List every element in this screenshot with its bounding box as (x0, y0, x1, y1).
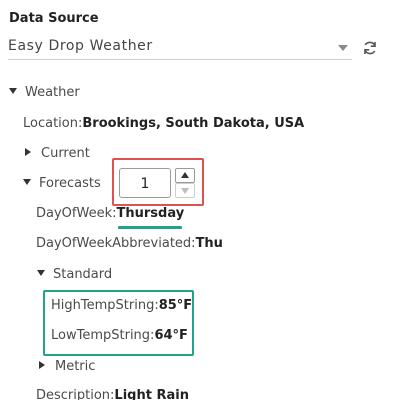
tree-leaf-location: Location:Brookings, South Dakota, USA (23, 116, 304, 131)
increment-arrow-icon[interactable] (175, 168, 195, 183)
tree-leaf-day-of-week-abbreviated: DayOfWeekAbbreviated:Thu (36, 236, 223, 251)
field-key: HighTempString: (51, 298, 159, 313)
field-value: Thu (195, 236, 223, 251)
tree-node-metric[interactable]: Metric (39, 359, 95, 374)
field-value: Light Rain (114, 388, 189, 400)
caret-right-icon[interactable] (39, 360, 45, 369)
tree-node-weather[interactable]: Weather (9, 85, 80, 100)
tree-node-label: Weather (25, 85, 80, 100)
tree-node-label: Forecasts (39, 176, 101, 191)
tree-node-label: Current (41, 146, 90, 161)
field-key: LowTempString: (51, 328, 155, 343)
decrement-arrow-icon[interactable] (175, 183, 195, 198)
field-key: DayOfWeekAbbreviated: (36, 236, 196, 251)
caret-down-icon[interactable] (9, 87, 17, 94)
caret-down-icon[interactable] (23, 178, 31, 185)
dropdown-arrow-icon[interactable] (338, 45, 348, 51)
caret-right-icon[interactable] (25, 147, 31, 156)
data-source-select[interactable]: Easy Drop Weather (8, 36, 352, 60)
day-of-week-highlight (118, 226, 182, 229)
field-key: DayOfWeek: (36, 206, 117, 221)
field-key: Location: (23, 116, 83, 131)
tree-leaf-low-temp: LowTempString:64°F (51, 328, 188, 343)
field-value: Thursday (116, 206, 185, 221)
tree-leaf-day-of-week: DayOfWeek:Thursday (36, 206, 184, 221)
field-value: 64°F (154, 328, 188, 343)
data-source-value: Easy Drop Weather (8, 38, 153, 54)
tree-node-label: Standard (53, 267, 113, 282)
forecast-index-input[interactable]: 1 (119, 168, 171, 198)
field-value: Brookings, South Dakota, USA (82, 116, 305, 131)
caret-down-icon[interactable] (37, 269, 45, 276)
panel-title: Data Source (9, 11, 99, 26)
tree-leaf-high-temp: HighTempString:85°F (51, 298, 192, 313)
tree-node-standard[interactable]: Standard (37, 267, 112, 282)
field-value: 85°F (158, 298, 193, 313)
tree-node-current[interactable]: Current (25, 146, 90, 161)
tree-node-forecasts[interactable]: Forecasts (23, 176, 101, 191)
refresh-icon[interactable] (362, 40, 378, 56)
tree-node-label: Metric (55, 359, 96, 374)
field-key: Description: (36, 388, 115, 400)
tree-leaf-description: Description:Light Rain (36, 388, 189, 400)
forecast-index-value: 1 (140, 176, 150, 192)
